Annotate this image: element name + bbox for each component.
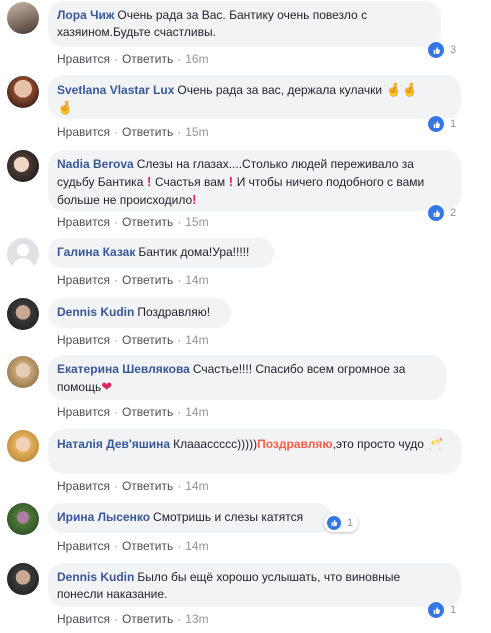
comment-actions: Нравится · Ответить · 15m — [57, 215, 209, 229]
reaction-count[interactable]: 1 — [324, 514, 359, 532]
exclamation-emoji: ! — [225, 174, 237, 189]
reply-link[interactable]: Ответить — [122, 273, 173, 287]
comment-author[interactable]: Svetlana Vlastar Lux — [57, 83, 174, 97]
reply-link[interactable]: Ответить — [122, 333, 173, 347]
highlighted-text: Поздравляю — [257, 437, 333, 451]
comment-actions: Нравится · Ответить · 14m — [57, 479, 209, 493]
avatar[interactable] — [7, 503, 39, 535]
thumbs-up-icon — [427, 601, 445, 619]
comment-actions: Нравится · Ответить · 13m — [57, 612, 209, 626]
exclamation-emoji: ! — [143, 174, 155, 189]
reply-link[interactable]: Ответить — [122, 539, 173, 553]
comment-bubble: Ирина Лысенко Смотришь и слезы катятся — [48, 503, 332, 533]
comment-bubble: Екатерина Шевлякова Счастье!!!! Спасибо в… — [48, 355, 446, 400]
timestamp[interactable]: 15m — [185, 125, 208, 139]
reply-link[interactable]: Ответить — [122, 125, 173, 139]
reply-link[interactable]: Ответить — [122, 612, 173, 626]
like-link[interactable]: Нравится — [57, 479, 110, 493]
thumbs-up-icon — [427, 41, 445, 59]
comment-text: Смотришь и слезы катятся — [153, 510, 304, 524]
timestamp[interactable]: 15m — [185, 215, 208, 229]
comment-actions: Нравится · Ответить · 14m — [57, 539, 209, 553]
timestamp[interactable]: 14m — [185, 405, 208, 419]
comment-bubble: Dennis Kudin Поздравляю! — [48, 298, 231, 328]
thumbs-up-icon — [427, 115, 445, 133]
exclamation-emoji: ! — [192, 192, 197, 207]
reply-link[interactable]: Ответить — [122, 479, 173, 493]
timestamp[interactable]: 14m — [185, 333, 208, 347]
like-link[interactable]: Нравится — [57, 539, 110, 553]
reaction-count[interactable]: 2 — [427, 204, 456, 222]
comment-bubble: Nadia Berova Слезы на глазах....Столько л… — [48, 150, 461, 211]
default-avatar-icon — [17, 244, 29, 256]
comment-actions: Нравится · Ответить · 16m — [57, 52, 209, 66]
comment-bubble: Наталія Дев'яшина Клааассссс)))))Поздравл… — [48, 429, 461, 474]
comment-author[interactable]: Nadia Berova — [57, 157, 134, 171]
timestamp[interactable]: 14m — [185, 539, 208, 553]
like-link[interactable]: Нравится — [57, 273, 110, 287]
avatar[interactable] — [7, 150, 39, 182]
comment-author[interactable]: Dennis Kudin — [57, 570, 134, 584]
comment-actions: Нравится · Ответить · 14m — [57, 405, 209, 419]
like-link[interactable]: Нравится — [57, 215, 110, 229]
comment-actions: Нравится · Ответить · 15m — [57, 125, 209, 139]
comment-author[interactable]: Dennis Kudin — [57, 305, 134, 319]
avatar[interactable] — [7, 298, 39, 330]
like-link[interactable]: Нравится — [57, 333, 110, 347]
comment-bubble: Dennis Kudin Было бы ещё хорошо услышать,… — [48, 563, 461, 607]
reaction-count[interactable]: 1 — [427, 601, 456, 619]
comment-author[interactable]: Наталія Дев'яшина — [57, 437, 170, 451]
avatar[interactable] — [7, 2, 39, 34]
reply-link[interactable]: Ответить — [122, 405, 173, 419]
comment-text: Очень рада за вас, держала кулачки — [177, 83, 383, 97]
avatar[interactable] — [7, 356, 39, 388]
avatar[interactable] — [7, 76, 39, 108]
like-link[interactable]: Нравится — [57, 52, 110, 66]
avatar[interactable] — [7, 430, 39, 462]
timestamp[interactable]: 16m — [185, 52, 208, 66]
reply-link[interactable]: Ответить — [122, 215, 173, 229]
avatar[interactable] — [7, 563, 39, 595]
reaction-count[interactable]: 1 — [427, 115, 456, 133]
avatar[interactable] — [7, 238, 39, 270]
timestamp[interactable]: 13m — [185, 612, 208, 626]
reaction-count[interactable]: 3 — [427, 41, 456, 59]
timestamp[interactable]: 14m — [185, 273, 208, 287]
comment-text: Бантик дома!Ура!!!!! — [138, 245, 250, 259]
comment-author[interactable]: Галина Казак — [57, 245, 135, 259]
like-link[interactable]: Нравится — [57, 405, 110, 419]
red-heart-emoji: ❤ — [101, 379, 113, 394]
comment-author[interactable]: Ирина Лысенко — [57, 510, 150, 524]
comment-text: Клааассссс))))) — [173, 437, 258, 451]
comment-author[interactable]: Екатерина Шевлякова — [57, 362, 190, 376]
like-link[interactable]: Нравится — [57, 612, 110, 626]
comment-text: Поздравляю! — [137, 305, 211, 319]
thumbs-up-icon — [427, 204, 445, 222]
thumbs-up-icon — [326, 515, 342, 531]
comment-bubble: Svetlana Vlastar Lux Очень рада за вас, д… — [48, 75, 461, 119]
timestamp[interactable]: 14m — [185, 479, 208, 493]
comment-actions: Нравится · Ответить · 14m — [57, 273, 209, 287]
clinking-glasses-emoji: 🥂 — [427, 436, 444, 451]
comment-actions: Нравится · Ответить · 14m — [57, 333, 209, 347]
comment-author[interactable]: Лора Чиж — [57, 8, 114, 22]
reply-link[interactable]: Ответить — [122, 52, 173, 66]
comment-bubble: Лора Чиж Очень рада за Вас. Бантику очень… — [48, 1, 441, 47]
comment-bubble: Галина Казак Бантик дома!Ура!!!!! — [48, 238, 274, 268]
like-link[interactable]: Нравится — [57, 125, 110, 139]
